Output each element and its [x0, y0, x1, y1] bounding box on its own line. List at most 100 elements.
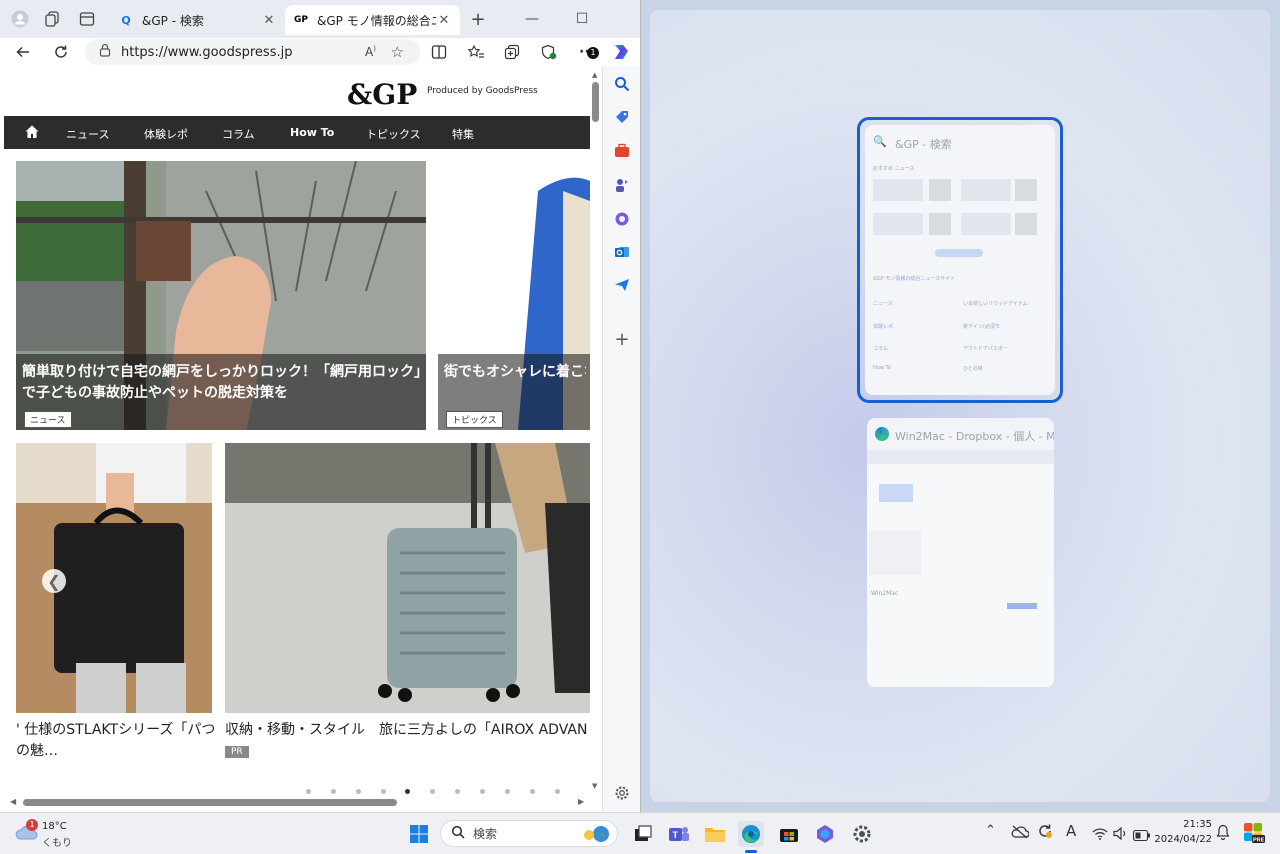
taskbar-search-box[interactable]: 検索	[440, 820, 618, 847]
carousel-dot[interactable]	[530, 789, 535, 794]
tab-actions-icon[interactable]	[73, 5, 101, 33]
thumb-button	[1007, 603, 1037, 609]
search-icon[interactable]	[611, 73, 633, 95]
thumb-text: 体験レポ	[873, 324, 894, 330]
back-icon[interactable]	[10, 40, 36, 64]
clock-date[interactable]: 2024/04/22	[1142, 834, 1212, 845]
sync-icon[interactable]	[1037, 823, 1053, 843]
carousel-dot-active[interactable]	[405, 789, 410, 794]
weather-temp[interactable]: 18°C	[42, 821, 67, 832]
close-icon[interactable]: ✕	[261, 13, 277, 28]
nav-topics[interactable]: トピックス	[366, 126, 421, 142]
nav-howto[interactable]: How To	[290, 126, 334, 139]
browser-window: Q &GP - 検索 ✕ GP &GP モノ情報の総合ニュースサ ✕ + — ☐…	[0, 0, 641, 812]
vertical-scrollbar-thumb[interactable]	[592, 82, 599, 122]
svg-text:PRE: PRE	[1253, 838, 1265, 844]
featured-article[interactable]: 簡単取り付けで自宅の網戸をしっかりロック！「網戸用ロック」で子どもの事故防止やペ…	[16, 161, 426, 430]
thumb-window: 🔍 &GP - 検索 おすすめ ニュース &GP モノ情報の総合ニュースサイト …	[865, 125, 1055, 395]
tab-search[interactable]: Q &GP - 検索 ✕	[110, 5, 285, 35]
site-logo[interactable]: &GP	[347, 78, 417, 111]
scroll-right-icon[interactable]: ▶	[578, 797, 584, 806]
article-card-title[interactable]: 収納・移動・スタイル 旅に三方よしの「AIROX ADVAN	[225, 720, 590, 741]
nav-column[interactable]: コラム	[222, 126, 255, 142]
onedrive-offline-icon[interactable]	[1011, 824, 1030, 843]
notification-bell-icon[interactable]	[1216, 824, 1230, 844]
horizontal-scrollbar-thumb[interactable]	[23, 799, 397, 806]
close-icon[interactable]: ✕	[436, 13, 452, 28]
workspaces-icon[interactable]	[38, 5, 66, 33]
scroll-left-icon[interactable]: ◀	[10, 797, 16, 806]
carousel-dot[interactable]	[306, 789, 311, 794]
split-screen-icon[interactable]	[426, 40, 452, 64]
ime-indicator[interactable]: A	[1066, 822, 1076, 840]
settings-gear-icon[interactable]	[611, 782, 633, 804]
article-card-title[interactable]: ' 仕様のSTLAKTシリーズ「パつの魅…	[16, 720, 216, 762]
carousel-dot[interactable]	[356, 789, 361, 794]
snap-thumbnail-selected[interactable]: 🔍 &GP - 検索 おすすめ ニュース &GP モノ情報の総合ニュースサイト …	[857, 117, 1063, 403]
send-icon[interactable]	[611, 274, 633, 296]
carousel-prev-icon[interactable]: ❮	[42, 569, 66, 593]
thumb-button	[935, 249, 983, 257]
pr-badge: PR	[225, 746, 249, 758]
copilot-app-icon[interactable]	[812, 821, 838, 847]
carousel-dot[interactable]	[555, 789, 560, 794]
copilot-icon[interactable]	[608, 40, 634, 64]
category-badge[interactable]: ニュース	[24, 411, 72, 428]
featured-title[interactable]: 街でもオシャレに着こな［トップス編］【趣味の	[444, 362, 586, 383]
featured-title[interactable]: 簡単取り付けで自宅の網戸をしっかりロック！「網戸用ロック」で子どもの事故防止やペ…	[22, 362, 422, 404]
nav-feature[interactable]: 特集	[452, 126, 474, 142]
thumb-block	[961, 179, 1011, 201]
chevron-up-icon[interactable]: ⌃	[985, 823, 996, 838]
games-icon[interactable]	[611, 174, 633, 196]
m365-icon[interactable]	[611, 208, 633, 230]
carousel-dot[interactable]	[480, 789, 485, 794]
volume-icon[interactable]	[1113, 825, 1129, 844]
read-aloud-icon[interactable]: A)	[365, 45, 376, 59]
carousel-dot[interactable]	[455, 789, 460, 794]
category-badge[interactable]: トピックス	[446, 411, 503, 428]
start-windows-icon[interactable]	[406, 821, 432, 847]
carousel-dot[interactable]	[505, 789, 510, 794]
tools-icon[interactable]	[611, 140, 633, 162]
carousel-dot[interactable]	[331, 789, 336, 794]
minimize-button[interactable]: —	[518, 5, 546, 33]
thumb-text: おすすめ ニュース	[873, 166, 915, 172]
thumb-block	[873, 179, 923, 201]
outlook-icon[interactable]	[611, 241, 633, 263]
settings-gear-icon[interactable]	[849, 821, 875, 847]
edge-logo-icon	[875, 427, 889, 441]
snap-thumbnail[interactable]: Win2Mac - Dropbox - 個人 - Mi... Win2Mac	[867, 418, 1054, 687]
featured-article-next[interactable]: 街でもオシャレに着こな［トップス編］【趣味の トピックス	[438, 161, 590, 430]
favorites-icon[interactable]	[463, 40, 489, 64]
carousel-dot[interactable]	[381, 789, 386, 794]
copilot-pre-icon[interactable]: PRE	[1243, 822, 1265, 848]
wifi-icon[interactable]	[1092, 825, 1108, 844]
nav-report[interactable]: 体験レポ	[144, 126, 188, 142]
refresh-icon[interactable]	[48, 40, 74, 64]
collections-icon[interactable]	[499, 40, 525, 64]
shopping-tag-icon[interactable]	[611, 106, 633, 128]
address-bar[interactable]: https://www.goodspress.jp A) ☆	[85, 39, 420, 65]
scroll-down-icon[interactable]: ▼	[592, 782, 597, 790]
article-card[interactable]	[225, 443, 590, 713]
new-tab-button[interactable]: +	[464, 5, 492, 33]
tab-goodspress[interactable]: GP &GP モノ情報の総合ニュースサ ✕	[285, 5, 460, 35]
browser-essentials-icon[interactable]	[535, 40, 561, 64]
task-view-icon[interactable]	[630, 821, 656, 847]
thumb-image	[929, 213, 951, 235]
maximize-button[interactable]: ☐	[568, 5, 596, 33]
nav-news[interactable]: ニュース	[66, 126, 109, 142]
add-icon[interactable]: +	[611, 328, 633, 350]
profile-icon[interactable]	[6, 5, 34, 33]
carousel-dot[interactable]	[430, 789, 435, 794]
clock-time[interactable]: 21:35	[1162, 819, 1212, 830]
weather-desc[interactable]: くもり	[42, 834, 72, 849]
file-explorer-icon[interactable]	[702, 821, 728, 847]
teams-icon[interactable]: T	[666, 821, 692, 847]
favorite-star-icon[interactable]: ☆	[391, 43, 404, 61]
edge-taskbar-icon[interactable]	[738, 821, 764, 847]
scroll-up-icon[interactable]: ▲	[592, 71, 597, 79]
home-icon[interactable]	[24, 124, 40, 144]
store-icon[interactable]	[776, 821, 802, 847]
url-text[interactable]: https://www.goodspress.jp	[121, 45, 292, 60]
